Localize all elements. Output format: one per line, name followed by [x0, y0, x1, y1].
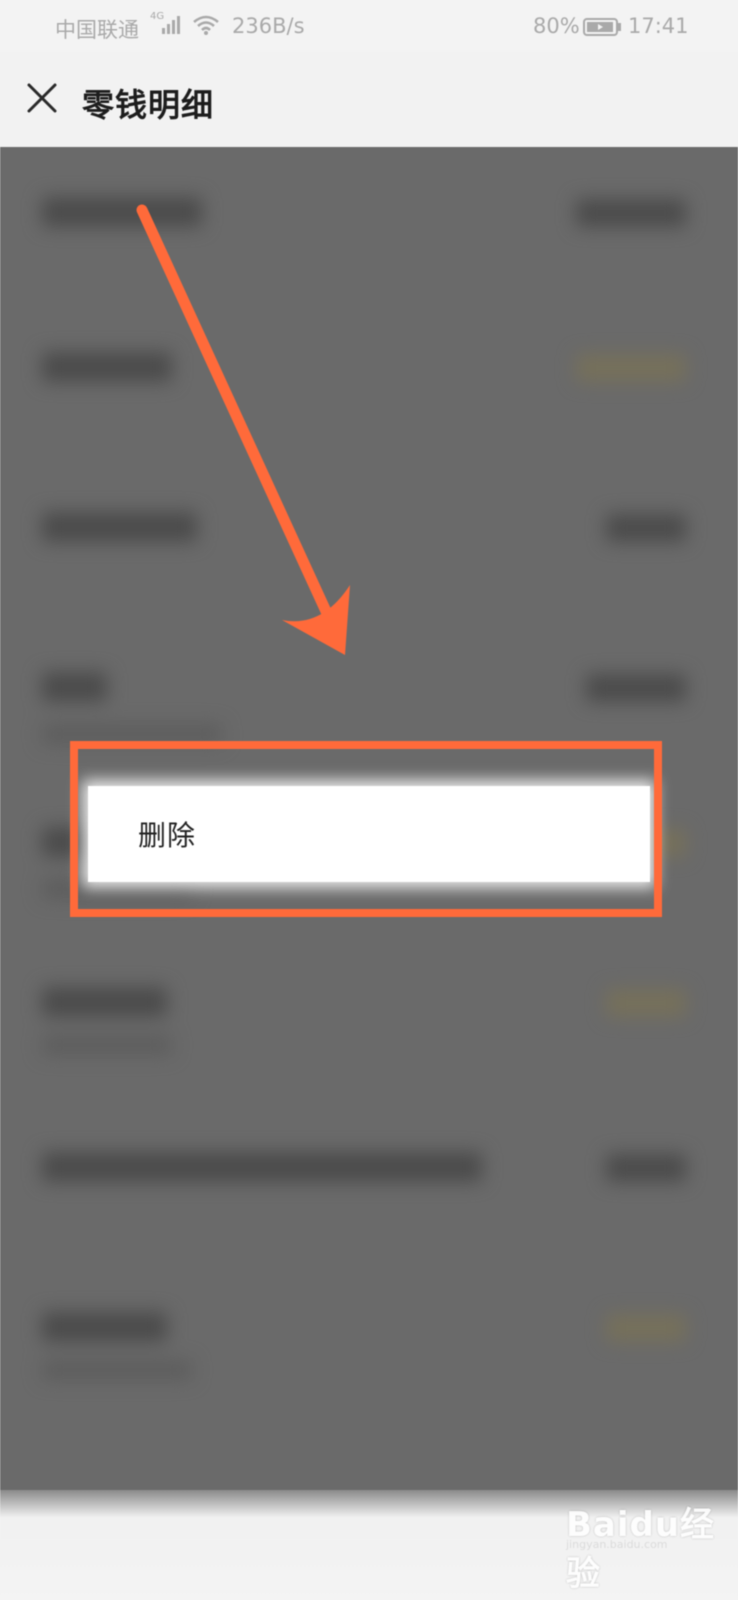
annotation-highlight-box	[70, 741, 662, 917]
list-item	[0, 987, 738, 1107]
carrier-name: 中国联通	[55, 18, 139, 42]
battery-icon	[583, 17, 623, 41]
close-icon	[27, 83, 57, 113]
baidu-watermark: Baidu经验 jingyan.baidu.com	[566, 1497, 726, 1594]
wifi-icon	[192, 14, 220, 41]
watermark-url: jingyan.baidu.com	[566, 1538, 668, 1551]
list-item	[0, 197, 738, 317]
close-button[interactable]	[18, 74, 66, 122]
list-item	[0, 1312, 738, 1432]
signal-icon	[162, 14, 184, 39]
list-item	[0, 352, 738, 472]
page-title: 零钱明细	[82, 86, 215, 124]
list-item	[0, 512, 738, 632]
status-bar: 中国联通 4G 236B/s 80% 17:41	[0, 0, 738, 52]
app-header: 零钱明细	[0, 52, 738, 147]
battery-percent: 80%	[533, 14, 580, 38]
status-clock: 17:41	[628, 14, 689, 38]
list-item	[0, 1152, 738, 1272]
network-speed: 236B/s	[232, 14, 305, 38]
